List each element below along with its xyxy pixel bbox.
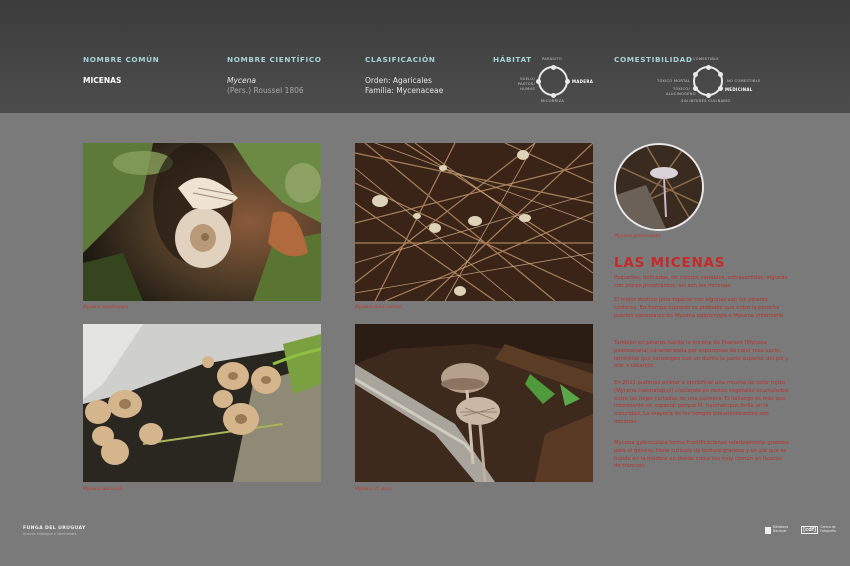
habitat-right-label: MADERA	[572, 78, 594, 84]
family-text: Familia: Mycenaceae	[365, 86, 444, 95]
photo-mushroom-floor	[355, 324, 593, 482]
logo-cdf: [cdf] Centro de Fotografía	[801, 526, 840, 534]
edibility-label: COMESTIBILIDAD	[614, 55, 693, 64]
footer-title: FUNGA DEL URUGUAY	[23, 526, 86, 531]
photo-caption-1: Mycena epipterygia	[83, 305, 129, 310]
edibility-dot-right-bottom	[718, 86, 723, 91]
photo-caption-3: Mycena abramsii	[83, 487, 123, 492]
logo-cdf-text: Centro de Fotografía	[820, 525, 836, 533]
habitat-dot-bottom	[550, 93, 556, 98]
logo-biblioteca: Biblioteca Nacional	[765, 525, 793, 534]
logo-biblioteca-text: Biblioteca Nacional	[773, 525, 789, 533]
footer-subtitle: Nuevos hallazgos e identidades	[23, 532, 77, 536]
photo-mushroom-cluster	[83, 324, 321, 482]
header-band: NOMBRE COMÚN MICENAS NOMBRE CIENTÍFICO M…	[0, 0, 850, 113]
footer-branding: FUNGA DEL URUGUAY Nuevos hallazgos e ide…	[23, 526, 86, 536]
edibility-right-top-label: NO COMESTIBLE	[727, 79, 761, 83]
footer-logos: Biblioteca Nacional [cdf] Centro de Foto…	[765, 526, 840, 534]
common-name-label: NOMBRE COMÚN	[83, 55, 160, 64]
article-paragraph-4: En 2021 pudimos avistar e identificar un…	[614, 380, 789, 425]
genus-name: Mycena	[227, 76, 256, 85]
edibility-bottom-label: SIN INTERÉS CULINARIO	[681, 99, 731, 103]
common-name-value: MICENAS	[83, 76, 122, 85]
edibility-dot-left-top	[693, 72, 698, 77]
order-text: Orden: Agaricales	[365, 76, 432, 85]
habitat-dot-right	[565, 78, 570, 84]
habitat-ring	[538, 66, 568, 96]
article-paragraph-1: Pequeñas, delicadas, de colores variable…	[614, 275, 788, 289]
article-paragraph-2: El mejor destino para topárse con alguna…	[614, 297, 785, 319]
classification-label: CLASIFICACIÓN	[365, 55, 436, 64]
photo-caption-4: Mycena cf. pura	[355, 487, 392, 492]
edibility-top-label: COMESTIBLE	[693, 57, 719, 61]
edibility-ring	[693, 66, 723, 96]
habitat-bottom-label: MICORRIZA	[541, 99, 565, 103]
habitat-dot-top	[550, 64, 556, 70]
edibility-right-bottom-label: MEDICINAL	[725, 87, 753, 92]
scientific-name-value: Mycena (Pers.) Roussel 1806	[227, 76, 304, 96]
edibility-left-top-label: TÓXICO MORTAL	[657, 79, 691, 83]
authority-name: (Pers.) Roussel 1806	[227, 86, 304, 95]
edibility-left-bottom-label: TÓXICO/ ALUCINÓGENO	[666, 87, 696, 96]
logo-cdf-mark: [cdf]	[801, 526, 819, 534]
circle-photo	[614, 143, 704, 231]
habitat-left-label: SUELO/ PASTOS/ HUMUS	[517, 77, 535, 91]
scientific-name-label: NOMBRE CIENTÍFICO	[227, 55, 322, 64]
habitat-label: HÁBITAT	[493, 55, 532, 64]
edibility-dot-bottom	[705, 93, 711, 98]
classification-value: Orden: Agaricales Familia: Mycenaceae	[365, 76, 443, 96]
edibility-dot-right-top	[718, 72, 723, 77]
logo-biblioteca-icon	[765, 526, 771, 534]
edibility-dot-left-bottom	[693, 86, 698, 91]
photo-mushroom-bark	[83, 143, 321, 301]
article-paragraph-5: Mycena galericulata forma fructificacion…	[614, 440, 789, 470]
photo-caption-2: Mycena pura cornea	[355, 305, 402, 310]
article-paragraph-3: También en pinares habita la micena de P…	[614, 340, 789, 370]
habitat-top-label: PARÁSITO	[542, 57, 562, 61]
article-title: LAS MICENAS	[614, 255, 726, 271]
edibility-dot-top	[705, 64, 711, 70]
circle-photo-caption: Mycena galericulata	[614, 234, 661, 239]
photo-pine-needles	[355, 143, 593, 301]
habitat-dot-left	[536, 78, 541, 84]
